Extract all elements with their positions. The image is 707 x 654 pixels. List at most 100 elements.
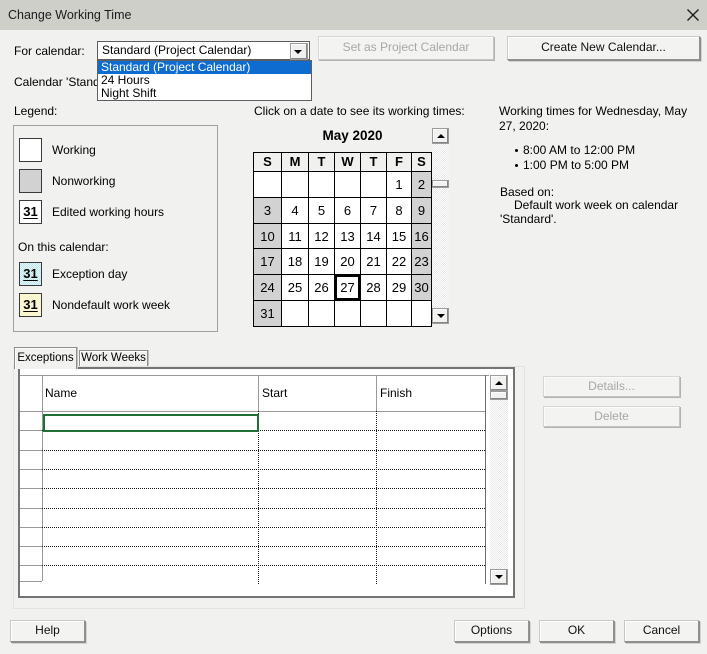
calendar-weekday-header: M — [281, 151, 309, 173]
for-calendar-label: For calendar: — [14, 44, 85, 58]
calendar-dropdown-list: Standard (Project Calendar) 24 Hours Nig… — [97, 60, 312, 101]
grid-line — [20, 450, 42, 451]
legend-box: Working Nonworking 31 Edited working hou… — [13, 125, 218, 332]
calendar-day-cell[interactable]: 30 — [411, 274, 432, 301]
calendar-day-cell[interactable]: 27 — [334, 274, 361, 301]
calendar-day-cell[interactable] — [281, 171, 309, 199]
based-on-label: Based on: — [500, 185, 555, 199]
scroll-up-button[interactable] — [490, 375, 508, 391]
calendar-day-cell[interactable]: 6 — [334, 197, 361, 224]
dropdown-option-24hours[interactable]: 24 Hours — [98, 74, 311, 87]
calendar-day-cell[interactable]: 10 — [253, 222, 282, 250]
month-calendar: S M T W T F S 1 2 3 4 5 6 7 8 9 10 11 12 13 14 15 16 17 18 19 20 21… — [253, 151, 432, 327]
column-header-start: Start — [262, 386, 288, 400]
calendar-day-cell[interactable]: 12 — [308, 222, 335, 250]
calendar-day-cell[interactable] — [360, 171, 387, 199]
calendar-day-cell[interactable] — [308, 299, 335, 327]
close-icon[interactable] — [687, 9, 699, 21]
grid-line — [42, 527, 485, 528]
dropdown-option-standard[interactable]: Standard (Project Calendar) — [98, 61, 311, 74]
grid-line — [20, 430, 42, 431]
options-button[interactable]: Options — [454, 620, 529, 642]
calendar-weekday-header: T — [308, 151, 335, 173]
calendar-day-cell[interactable]: 15 — [386, 222, 412, 250]
scroll-down-button[interactable] — [490, 569, 508, 585]
grid-line — [42, 488, 485, 489]
calendar-day-cell[interactable]: 25 — [281, 274, 309, 301]
calendar-day-cell[interactable]: 28 — [360, 274, 387, 301]
calendar-day-cell[interactable]: 26 — [308, 274, 335, 301]
cancel-button[interactable]: Cancel — [624, 620, 699, 642]
scroll-up-button[interactable] — [432, 128, 449, 144]
triangle-down-icon — [495, 575, 503, 579]
calendar-day-cell[interactable] — [281, 299, 309, 327]
calendar-day-cell[interactable]: 31 — [253, 299, 282, 327]
table-scrollbar[interactable] — [490, 375, 508, 585]
help-button[interactable]: Help — [10, 620, 85, 642]
calendar-day-cell[interactable]: 11 — [281, 222, 309, 250]
calendar-day-cell[interactable] — [360, 299, 387, 327]
calendar-day-cell[interactable]: 9 — [411, 197, 432, 224]
calendar-day-cell[interactable] — [334, 171, 361, 199]
on-this-calendar-label: On this calendar: — [18, 240, 109, 254]
exception-day-label: Exception day — [52, 267, 128, 281]
tab-exceptions[interactable]: Exceptions — [14, 347, 77, 369]
legend-label: Legend: — [14, 104, 58, 118]
working-times-heading: Working times for Wednesday, May 27, 202… — [499, 104, 688, 133]
delete-button[interactable]: Delete — [543, 406, 680, 427]
calendar-day-cell[interactable]: 7 — [360, 197, 387, 224]
calendar-day-cell[interactable]: 1 — [386, 171, 412, 199]
calendar-day-cell[interactable]: 18 — [281, 248, 309, 276]
calendar-day-cell[interactable]: 21 — [360, 248, 387, 276]
based-on-text: Default work week on calendar 'Standard'… — [500, 198, 679, 226]
calendar-day-cell[interactable] — [253, 171, 282, 199]
calendar-day-cell[interactable]: 24 — [253, 274, 282, 301]
calendar-day-cell[interactable]: 14 — [360, 222, 387, 250]
selected-cell-outline[interactable] — [43, 414, 259, 432]
nondefault-week-swatch: 31 — [19, 293, 42, 317]
combobox-dropdown-button[interactable] — [290, 43, 308, 60]
calendar-day-cell[interactable]: 5 — [308, 197, 335, 224]
grid-line — [42, 565, 485, 566]
calendar-day-cell[interactable]: 22 — [386, 248, 412, 276]
grid-line — [20, 411, 485, 412]
calendar-day-cell[interactable]: 2 — [411, 171, 432, 199]
calendar-day-cell[interactable]: 16 — [411, 222, 432, 250]
dialog-title: Change Working Time — [8, 8, 132, 22]
calendar-weekday-header: T — [360, 151, 387, 173]
grid-line — [20, 508, 42, 509]
triangle-up-icon — [495, 381, 503, 385]
exceptions-table: Name Start Finish — [18, 367, 515, 598]
calendar-scrollbar-thumb[interactable] — [432, 180, 449, 188]
calendar-day-cell[interactable]: 8 — [386, 197, 412, 224]
edited-hours-swatch: 31 — [19, 200, 42, 224]
scroll-down-button[interactable] — [432, 308, 449, 324]
calendar-combobox[interactable]: Standard (Project Calendar) — [97, 41, 310, 60]
calendar-scrollbar[interactable] — [432, 128, 449, 324]
ok-button[interactable]: OK — [539, 620, 614, 642]
grid-line — [485, 375, 486, 584]
calendar-weekday-header: F — [386, 151, 412, 173]
table-scrollbar-thumb[interactable] — [490, 391, 508, 400]
calendar-day-cell[interactable]: 23 — [411, 248, 432, 276]
set-as-project-calendar-button[interactable]: Set as Project Calendar — [318, 36, 494, 60]
working-label: Working — [52, 143, 96, 157]
calendar-day-cell[interactable] — [308, 171, 335, 199]
calendar-day-cell[interactable] — [411, 299, 432, 327]
create-new-calendar-button[interactable]: Create New Calendar... — [507, 36, 700, 60]
calendar-day-cell[interactable]: 3 — [253, 197, 282, 224]
details-button[interactable]: Details... — [543, 376, 680, 397]
calendar-day-cell[interactable]: 17 — [253, 248, 282, 276]
calendar-day-cell[interactable]: 19 — [308, 248, 335, 276]
calendar-day-cell[interactable]: 4 — [281, 197, 309, 224]
dropdown-option-nightshift[interactable]: Night Shift — [98, 87, 311, 100]
working-swatch — [19, 138, 42, 162]
grid-line — [20, 469, 42, 470]
calendar-day-cell[interactable] — [334, 299, 361, 327]
calendar-day-cell[interactable]: 20 — [334, 248, 361, 276]
calendar-day-cell[interactable]: 13 — [334, 222, 361, 250]
grid-line — [20, 375, 489, 376]
tab-work-weeks[interactable]: Work Weeks — [79, 350, 148, 366]
calendar-day-cell[interactable]: 29 — [386, 274, 412, 301]
calendar-day-cell[interactable] — [386, 299, 412, 327]
